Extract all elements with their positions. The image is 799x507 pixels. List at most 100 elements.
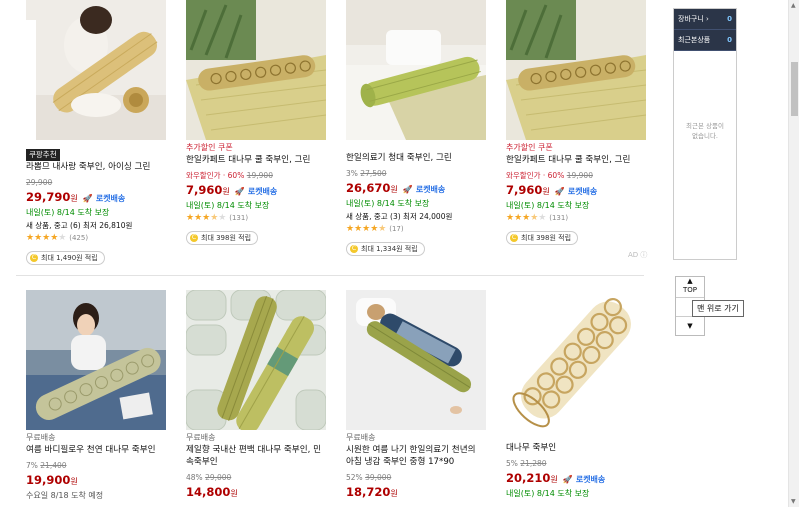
product-card[interactable]: 대나무 죽부인 5% 21,280 20,210원 🚀 로켓배송 내일(토) 8/… [506,290,646,500]
recommend-badge: 쿠팡추천 [26,149,60,161]
rocket-badge: 로켓배송 [575,475,606,484]
coin-icon: C [190,234,198,242]
cashback-chip: C 최대 1,490원 적립 [26,251,105,265]
delivery-info: 내일(토) 8/14 도착 보장 [186,201,270,210]
top-button[interactable]: ▲ TOP [676,277,704,298]
scroll-up-arrow-icon[interactable]: ▲ [791,2,796,9]
page-scrollbar[interactable]: ▲ ▼ [788,0,799,507]
cart-count: 0 [727,15,732,23]
sale-price: 7,960 [186,183,223,197]
product-name[interactable]: 한일의료기 청대 죽부인, 그린 [346,152,486,164]
product-image[interactable] [26,290,166,430]
product-image[interactable] [186,0,326,140]
caret-down-icon: ▼ [687,322,693,330]
coin-icon: C [350,245,358,253]
product-image[interactable] [346,0,486,140]
promo-label: 추가할인 쿠폰 [506,143,553,152]
used-offers[interactable]: 새 상품, 중고 (6) 최저 26,810원 [26,219,166,232]
discount-info: 48% 29,000 [186,473,232,482]
discount-info: 와우할인가 · 60% 19,900 [506,171,593,180]
original-price: 29,900 [26,178,53,187]
review-count: (425) [69,234,89,242]
product-image[interactable] [186,290,326,430]
ad-label[interactable]: AD ⓘ [628,250,647,260]
rocket-icon: 🚀 [234,187,245,196]
product-card[interactable]: 쿠팡추천 라뽐므 내사랑 죽부인, 아이싱 그린 29,900 29,790원 … [26,0,166,265]
price-row: 14,800원 [186,483,326,501]
promo-label: 무료배송 [346,433,376,442]
product-card[interactable]: 무료배송 제일향 국내산 편백 대나무 죽부인, 민속죽부인 48% 29,00… [186,290,326,501]
top-label: TOP [682,286,697,294]
currency: 원 [390,489,398,498]
cart-button[interactable]: 장바구니 › 0 [674,9,736,30]
review-count: (17) [389,225,404,233]
used-offers[interactable]: 새 상품, 중고 (3) 최저 24,000원 [346,210,486,223]
top-tooltip: 맨 위로 가기 [692,300,744,317]
cashback-chip: C 최대 398원 적립 [186,231,259,245]
price-row: 18,720원 [346,483,486,501]
delivery-info: 내일(토) 8/14 도착 보장 [26,208,110,217]
product-name[interactable]: 제일향 국내산 편백 대나무 죽부인, 민속죽부인 [186,444,326,468]
product-image[interactable] [506,290,646,430]
recent-items-sidebar: 장바구니 › 0 최근본상품 0 최근본 상품이 없습니다. [673,8,737,260]
recent-items-button[interactable]: 최근본상품 0 [674,30,736,51]
scroll-down-arrow-icon[interactable]: ▼ [791,498,796,505]
rocket-badge: 로켓배송 [415,185,446,194]
rocket-icon: 🚀 [402,185,413,194]
promo-label: 무료배송 [186,433,216,442]
price-row: 20,210원 🚀 로켓배송 [506,469,646,487]
row-divider [16,275,644,276]
recent-count: 0 [727,36,732,44]
rocket-icon: 🚀 [562,475,573,484]
delivery-info: 내일(토) 8/14 도착 보장 [506,201,590,210]
currency: 원 [222,187,230,196]
sale-price: 18,720 [346,485,391,499]
caret-up-icon: ▲ [687,277,693,285]
discount-info: 3% 27,500 [346,169,387,178]
delivery-info: 수요일 8/18 도착 예정 [26,491,104,500]
product-card[interactable]: 추가할인 쿠폰 한일카페트 대나무 쿨 죽부인, 그린 와우할인가 · 60% … [506,0,646,245]
currency: 원 [390,185,398,194]
currency: 원 [542,187,550,196]
price-row: 7,960원 🚀 로켓배송 [186,181,326,199]
product-card[interactable]: 한일의료기 청대 죽부인, 그린 3% 27,500 26,670원 🚀 로켓배송… [346,0,486,256]
sale-price: 19,900 [26,473,71,487]
cashback-chip: C 최대 398원 적립 [506,231,579,245]
price-row: 19,900원 [26,471,166,489]
product-name[interactable]: 한일카페트 대나무 쿨 죽부인, 그린 [506,154,646,166]
scroll-thumb[interactable] [791,62,798,116]
product-name[interactable]: 시원한 여름 나기 한일의료기 천년의 아침 냉감 죽부인 중형 17*90 [346,444,486,468]
product-card[interactable]: 무료배송 여름 바디필로우 천연 대나무 죽부인 7% 21,400 19,90… [26,290,166,502]
price-row: 29,790원 🚀 로켓배송 [26,188,166,206]
product-name[interactable]: 한일카페트 대나무 쿨 죽부인, 그린 [186,154,326,166]
sale-price: 7,960 [506,183,543,197]
scroll-down-button[interactable]: ▼ [676,317,704,335]
rocket-icon: 🚀 [554,187,565,196]
product-name[interactable]: 라뽐므 내사랑 죽부인, 아이싱 그린 [26,161,166,173]
review-count: (131) [229,214,249,222]
promo-label: 추가할인 쿠폰 [186,143,233,152]
rating-stars: ★★★★★ (17) [346,224,404,234]
sale-price: 14,800 [186,485,231,499]
delivery-info: 내일(토) 8/14 도착 보장 [346,199,430,208]
recent-empty-message: 최근본 상품이 없습니다. [686,122,724,140]
cashback-chip: C 최대 1,334원 적립 [346,242,425,256]
product-name[interactable]: 여름 바디필로우 천연 대나무 죽부인 [26,444,166,456]
product-card[interactable]: 무료배송 시원한 여름 나기 한일의료기 천년의 아침 냉감 죽부인 중형 17… [346,290,486,501]
coin-icon: C [30,254,38,262]
rating-stars: ★★★★★ (131) [186,213,249,223]
discount-info: 와우할인가 · 60% 19,900 [186,171,273,180]
rating-stars: ★★★★★ (425) [26,233,89,243]
currency: 원 [550,475,558,484]
product-image[interactable] [346,290,486,430]
price-row: 26,670원 🚀 로켓배송 [346,179,486,197]
product-name[interactable]: 대나무 죽부인 [506,442,646,454]
review-count: (131) [549,214,569,222]
product-card[interactable]: 추가할인 쿠폰 한일카페트 대나무 쿨 죽부인, 그린 와우할인가 · 60% … [186,0,326,245]
product-image[interactable] [506,0,646,140]
coin-icon: C [510,234,518,242]
product-image[interactable] [26,0,166,140]
rating-stars: ★★★★★ (131) [506,213,569,223]
currency: 원 [230,489,238,498]
delivery-info: 내일(토) 8/14 도착 보장 [506,489,590,498]
